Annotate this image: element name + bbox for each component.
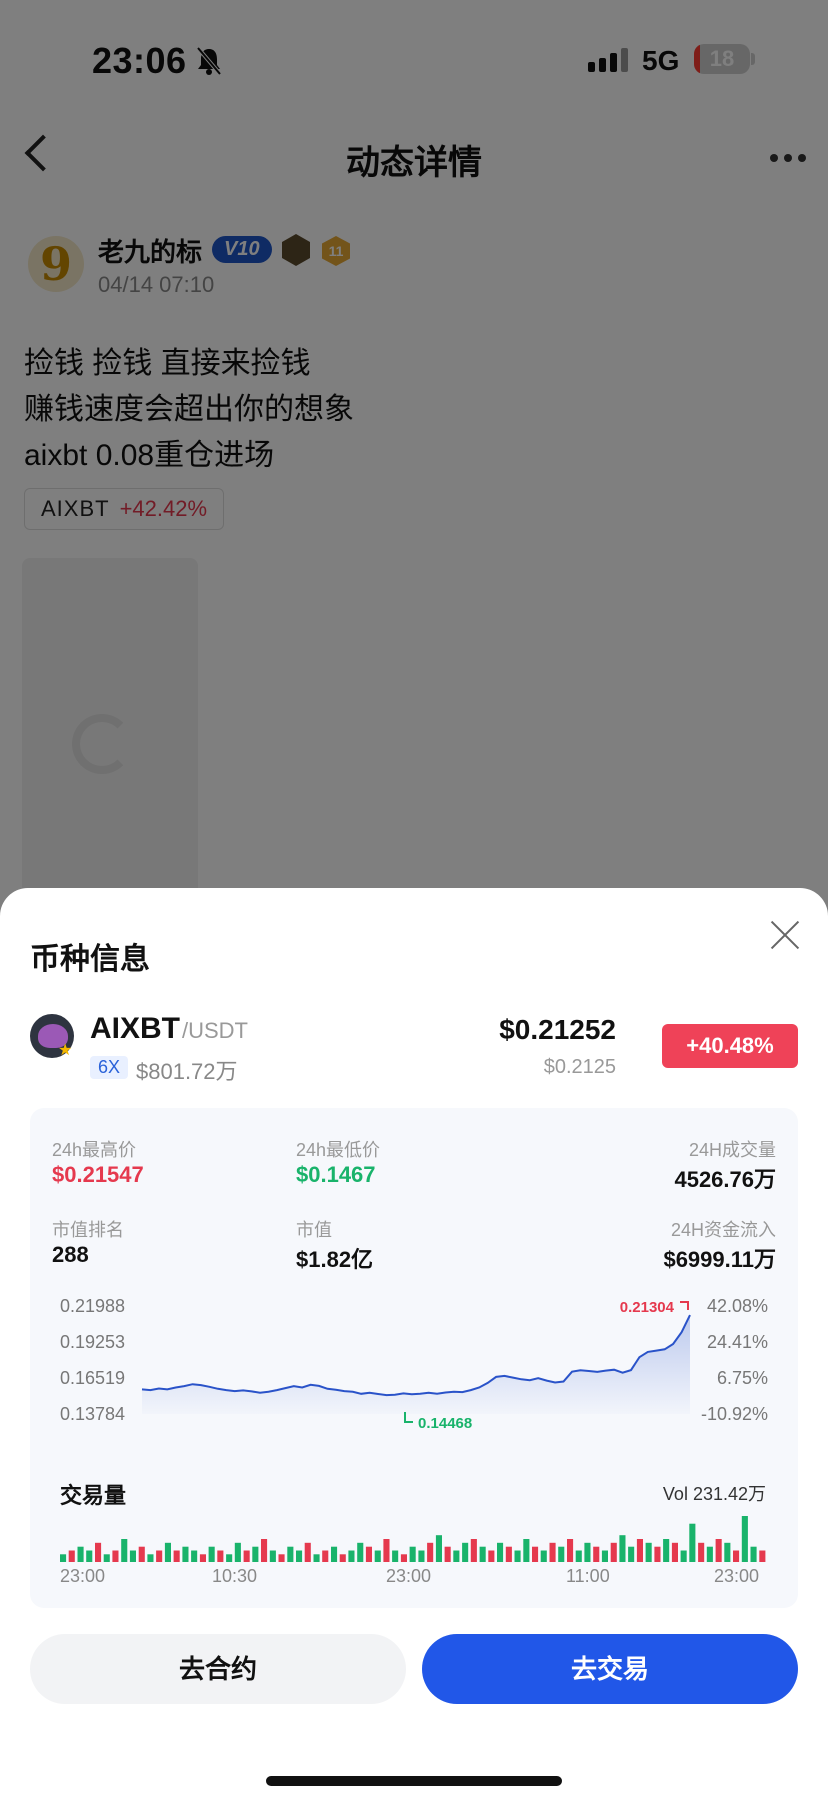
volume-bar [357,1542,364,1562]
volume-bar [287,1546,294,1562]
time-axis-label: 23:00 [714,1566,760,1586]
volume-bar [95,1542,102,1562]
volume-bar [479,1546,486,1562]
volume-bar [453,1550,460,1562]
volume-bar [392,1550,399,1562]
volume-bar [584,1542,591,1562]
volume-bar [103,1554,110,1562]
volume-bar [470,1539,477,1562]
volume-bar [217,1550,224,1562]
volume-bar [243,1550,250,1562]
volume-bar [654,1546,661,1562]
time-axis-label: 23:00 [60,1566,106,1586]
go-contract-button[interactable]: 去合约 [30,1634,406,1704]
volume-bar [199,1554,206,1562]
volume-bar [138,1546,145,1562]
volume-bar [112,1550,119,1562]
volume-bar [304,1542,311,1562]
volume-bar [593,1546,600,1562]
volume-bar [741,1516,748,1562]
volume-bar [628,1546,635,1562]
volume-bar [348,1550,355,1562]
volume-bar [444,1546,451,1562]
volume-bar [505,1546,512,1562]
volume-bar [706,1546,713,1562]
volume-bar [156,1550,163,1562]
go-trade-button[interactable]: 去交易 [422,1634,798,1704]
volume-bar [164,1542,171,1562]
volume-bar [383,1539,390,1562]
volume-bar [601,1550,608,1562]
volume-bar [60,1554,67,1562]
volume-bar [462,1542,469,1562]
volume-bar [261,1539,268,1562]
volume-bar [374,1550,381,1562]
volume-bar [331,1546,338,1562]
volume-bar [269,1550,276,1562]
volume-bar [514,1550,521,1562]
time-axis-label: 11:00 [566,1566,610,1586]
volume-bar [759,1550,766,1562]
volume-bar [322,1550,329,1562]
volume-bar [427,1542,434,1562]
volume-bar [278,1554,285,1562]
volume-bar [147,1554,154,1562]
volume-bar [680,1550,687,1562]
volume-bar [191,1550,198,1562]
volume-bar [121,1539,128,1562]
volume-bar [567,1539,574,1562]
volume-bar [558,1546,565,1562]
volume-bar [523,1539,530,1562]
volume-bar [182,1546,189,1562]
volume-bar [226,1554,233,1562]
volume-bar [698,1542,705,1562]
volume-bar [575,1550,582,1562]
time-axis-label: 23:00 [386,1566,432,1586]
volume-bar [129,1550,136,1562]
volume-bar [418,1550,425,1562]
home-indicator[interactable] [266,1776,562,1786]
volume-bar [77,1546,84,1562]
volume-bar [313,1554,320,1562]
volume-bar [252,1546,259,1562]
volume-bar [409,1546,416,1562]
volume-bar [435,1535,442,1562]
volume-bar [296,1550,303,1562]
volume-bar [173,1550,180,1562]
volume-bar [619,1535,626,1562]
volume-bar [339,1554,346,1562]
volume-bar [365,1546,372,1562]
volume-bar [715,1539,722,1562]
volume-bar [208,1546,215,1562]
volume-chart[interactable] [0,0,828,1800]
volume-bar [488,1550,495,1562]
volume-bar [400,1554,407,1562]
volume-bar [68,1550,75,1562]
volume-bar [663,1539,670,1562]
volume-bar [733,1550,740,1562]
volume-bar [234,1542,241,1562]
volume-bar [540,1550,547,1562]
volume-bar [671,1542,678,1562]
volume-bar [549,1542,556,1562]
volume-bar [689,1523,696,1562]
volume-bar [636,1539,643,1562]
volume-bar [497,1542,504,1562]
volume-bar [724,1542,731,1562]
volume-bar [610,1542,617,1562]
volume-bar [86,1550,93,1562]
time-axis-label: 10:30 [212,1566,258,1586]
volume-bar [532,1546,539,1562]
volume-bar [645,1542,652,1562]
volume-bar [750,1546,757,1562]
